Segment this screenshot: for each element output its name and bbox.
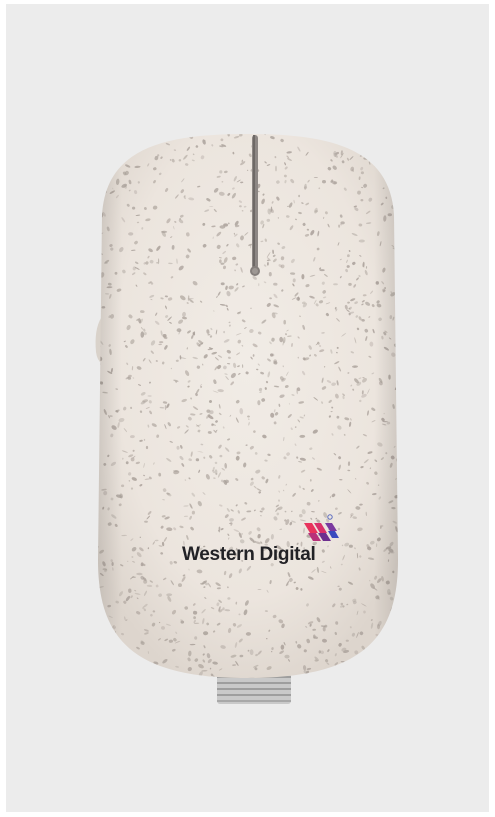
mouse-illustration <box>95 134 398 704</box>
mouse-product-photo: Western Digital <box>0 0 495 817</box>
brand-wordmark: Western Digital <box>182 544 316 565</box>
